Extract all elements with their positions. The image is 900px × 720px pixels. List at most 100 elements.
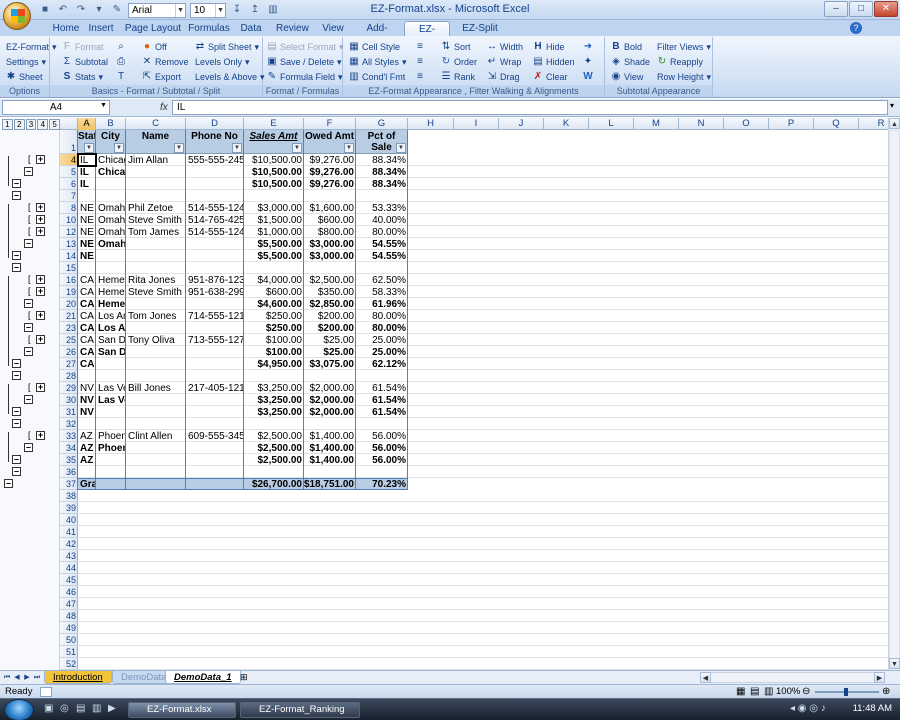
cell-name[interactable]: Jim Allan	[126, 154, 186, 166]
row-header[interactable]: 20	[60, 298, 78, 310]
explorer-icon[interactable]: ▥	[92, 703, 101, 714]
cell-pct[interactable]: 61.96%	[356, 298, 408, 310]
row-header[interactable]: 10	[60, 214, 78, 226]
cell-owed[interactable]: $3,075.00	[304, 358, 356, 370]
tab-insert[interactable]: Insert	[80, 21, 122, 36]
tab-formulas[interactable]: Formulas	[186, 21, 232, 36]
cell-sales[interactable]: $250.00	[244, 310, 304, 322]
vertical-scrollbar[interactable]: ▲ ▼	[888, 118, 900, 670]
hide-button[interactable]: H Hide	[533, 40, 564, 54]
cell-sales[interactable]: $2,500.00	[244, 442, 304, 454]
column-header-n[interactable]: N	[679, 118, 724, 130]
row-header[interactable]: 35	[60, 454, 78, 466]
cell-sales[interactable]: $4,000.00	[244, 274, 304, 286]
column-header-l[interactable]: L	[589, 118, 634, 130]
scroll-right-icon[interactable]: ▶	[874, 672, 885, 683]
zoom-slider-thumb[interactable]	[844, 688, 848, 696]
row-header[interactable]: 8	[60, 202, 78, 214]
order-button[interactable]: ↻ Order	[441, 55, 477, 69]
row-header[interactable]: 52	[60, 658, 78, 670]
cell-phone[interactable]: 514-555-1241	[186, 226, 244, 238]
tab-view[interactable]: View	[319, 21, 347, 36]
cell-city[interactable]: Chicago	[96, 154, 126, 166]
column-header-a[interactable]: A	[78, 118, 96, 130]
cell-sales[interactable]: $5,500.00	[244, 238, 304, 250]
column-header-j[interactable]: J	[499, 118, 544, 130]
cell-state[interactable]: CA	[78, 298, 96, 310]
expand-icon[interactable]: +	[36, 287, 45, 296]
row-header[interactable]: 40	[60, 514, 78, 526]
view-button[interactable]: ◉ View	[611, 70, 644, 84]
expand-icon[interactable]: +	[36, 227, 45, 236]
cell-sales[interactable]: $5,500.00	[244, 250, 304, 262]
cell-owed[interactable]: $2,500.00	[304, 274, 356, 286]
collapse-icon[interactable]: –	[24, 347, 33, 356]
cell-city[interactable]: Omaha	[96, 214, 126, 226]
row-header[interactable]: 14	[60, 250, 78, 262]
cell-owed[interactable]: $600.00	[304, 214, 356, 226]
text-icon-button[interactable]: T	[116, 70, 126, 84]
cell-name[interactable]: Clint Allen	[126, 430, 186, 442]
cell-owed[interactable]: $1,600.00	[304, 202, 356, 214]
cell-sales[interactable]: $600.00	[244, 286, 304, 298]
collapse-icon[interactable]: –	[12, 455, 21, 464]
page-layout-view-icon[interactable]: ▤	[750, 685, 759, 699]
cell-state[interactable]: CA	[78, 346, 96, 358]
cell-city[interactable]: Phoenix	[96, 442, 126, 454]
sort-button[interactable]: ⇅ Sort	[441, 40, 471, 54]
row-header[interactable]: 7	[60, 190, 78, 202]
taskbar-item-ranking[interactable]: EZ-Format_Ranking	[240, 702, 360, 718]
cell-owed[interactable]: $2,850.00	[304, 298, 356, 310]
expand-icon[interactable]: +	[36, 311, 45, 320]
row-header[interactable]: 23	[60, 322, 78, 334]
levels-above-menu[interactable]: Levels & Above ▾	[195, 70, 265, 84]
cell-pct[interactable]: 88.34%	[356, 178, 408, 190]
column-header-r[interactable]: R	[859, 118, 888, 130]
cell-state[interactable]: AZ	[78, 454, 96, 466]
cell-name[interactable]: Tom Jones	[126, 310, 186, 322]
cell-sales[interactable]: $3,000.00	[244, 202, 304, 214]
cell-pct[interactable]: 56.00%	[356, 454, 408, 466]
page-break-view-icon[interactable]: ▥	[764, 685, 773, 699]
drag-button[interactable]: ⇲ Drag	[487, 70, 520, 84]
cell-name[interactable]: Tom James	[126, 226, 186, 238]
cell-owed[interactable]: $1,400.00	[304, 442, 356, 454]
cell-sales[interactable]: $250.00	[244, 322, 304, 334]
cell-pct[interactable]: 56.00%	[356, 430, 408, 442]
row-header[interactable]: 39	[60, 502, 78, 514]
cell-owed[interactable]: $25.00	[304, 346, 356, 358]
collapse-icon[interactable]: –	[12, 371, 21, 380]
collapse-icon[interactable]: –	[24, 239, 33, 248]
cell-city[interactable]: Las Vegas	[96, 382, 126, 394]
cell-phone[interactable]: 555-555-2455	[186, 154, 244, 166]
row-header[interactable]: 28	[60, 370, 78, 382]
ie-icon[interactable]: ◎	[60, 703, 69, 714]
macro-record-icon[interactable]	[40, 687, 52, 697]
column-header-p[interactable]: P	[769, 118, 814, 130]
collapse-icon[interactable]: –	[12, 251, 21, 260]
cell-city[interactable]: Phoenix	[96, 430, 126, 442]
cell-owed[interactable]: $350.00	[304, 286, 356, 298]
cell-sales[interactable]: $4,600.00	[244, 298, 304, 310]
cell-state[interactable]: AZ	[78, 442, 96, 454]
cell-owed[interactable]: $1,400.00	[304, 430, 356, 442]
cell-phone[interactable]: 609-555-3456	[186, 430, 244, 442]
collapse-icon[interactable]: –	[12, 407, 21, 416]
outline-level-5[interactable]: 5	[49, 119, 60, 130]
row-header[interactable]: 4	[60, 154, 78, 166]
cell-owed[interactable]: $25.00	[304, 334, 356, 346]
align-center-button[interactable]: ≡	[415, 55, 425, 69]
tab-data[interactable]: Data	[238, 21, 264, 36]
collapse-icon[interactable]: –	[12, 467, 21, 476]
levels-only-menu[interactable]: Levels Only ▾	[195, 55, 250, 69]
cell-state[interactable]: NE	[78, 250, 96, 262]
collapse-icon[interactable]: –	[12, 191, 21, 200]
cell-state[interactable]: NV	[78, 394, 96, 406]
cell-owed[interactable]: $3,000.00	[304, 238, 356, 250]
bold-button[interactable]: B Bold	[611, 40, 642, 54]
cell-owed[interactable]: $9,276.00	[304, 178, 356, 190]
filter-dropdown-icon[interactable]: ▼	[114, 143, 124, 153]
row-header[interactable]: 25	[60, 334, 78, 346]
cell-phone[interactable]: 951-638-2999	[186, 286, 244, 298]
cell-city[interactable]: Omaha	[96, 238, 126, 250]
